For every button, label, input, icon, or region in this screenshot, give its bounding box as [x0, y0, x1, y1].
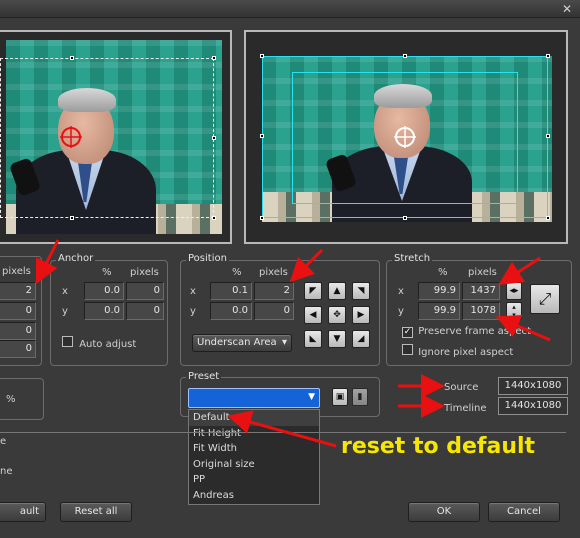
- position-y-label: y: [190, 306, 196, 317]
- name-label-fragment: ne: [0, 466, 13, 477]
- crop-handle-bottom[interactable]: [70, 216, 74, 220]
- preserve-frame-aspect-label: Preserve frame aspect: [418, 326, 531, 337]
- chevron-down-icon: ▼: [308, 392, 315, 402]
- preset-dropdown-list: Default Fit Height Fit Width Original si…: [188, 409, 320, 505]
- crop-handle-corner[interactable]: [212, 216, 216, 220]
- stretch-horizontal-icon[interactable]: ◂▸: [506, 282, 522, 300]
- arrow-left-icon[interactable]: ◀: [304, 306, 322, 324]
- anchor-title: Anchor: [56, 253, 96, 264]
- arrow-down-icon[interactable]: ▼: [328, 330, 346, 348]
- cancel-button[interactable]: Cancel: [488, 502, 560, 522]
- position-title: Position: [186, 253, 229, 264]
- annotation-text: reset to default: [341, 434, 536, 459]
- stretch-x-label: x: [398, 286, 404, 297]
- anchor-x-percent[interactable]: 0.0: [84, 282, 124, 300]
- stretch-y-percent[interactable]: 99.9: [418, 302, 460, 320]
- arrow-up-icon[interactable]: ▲: [328, 282, 346, 300]
- underscan-area-value: Underscan Area: [197, 337, 277, 348]
- save-preset-icon[interactable]: ▣: [332, 388, 348, 406]
- center-move-icon[interactable]: ✥: [328, 306, 346, 324]
- position-crosshair-icon[interactable]: [394, 126, 416, 148]
- preset-option-default[interactable]: Default: [189, 410, 319, 426]
- ignore-pixel-aspect-label: Ignore pixel aspect: [418, 347, 514, 358]
- crop-value-4[interactable]: 0: [0, 340, 36, 358]
- stretch-y-pixels[interactable]: 1078: [462, 302, 500, 320]
- options-label-fragment: e: [0, 436, 7, 447]
- nudge-pad: ◤ ▲ ◥ ◀ ✥ ▶ ◣ ▼ ◢: [304, 282, 370, 348]
- crop-pixels-header: pixels: [2, 266, 31, 277]
- crop-handle-right[interactable]: [212, 136, 216, 140]
- position-x-label: x: [190, 286, 196, 297]
- anchor-y-pixels[interactable]: 0: [126, 302, 164, 320]
- ignore-pixel-aspect-checkbox[interactable]: Ignore pixel aspect: [402, 344, 513, 358]
- anchor-x-pixels[interactable]: 0: [126, 282, 164, 300]
- source-label: Source: [444, 382, 479, 393]
- timeline-label: Timeline: [444, 403, 487, 414]
- crop-handle-corner-top[interactable]: [212, 56, 216, 60]
- crop-value-3[interactable]: 0: [0, 322, 36, 340]
- divider: [0, 432, 566, 433]
- fullscreen-fit-icon[interactable]: ⤢: [530, 284, 560, 314]
- source-resolution: 1440x1080: [498, 377, 568, 395]
- default-button[interactable]: ault: [0, 502, 46, 522]
- position-x-pixels[interactable]: 2: [254, 282, 294, 300]
- source-preview: [0, 30, 232, 244]
- anchor-px-header: pixels: [130, 267, 159, 278]
- ok-button[interactable]: OK: [408, 502, 480, 522]
- position-x-percent[interactable]: 0.1: [210, 282, 252, 300]
- title-bar: ✕: [0, 0, 580, 18]
- close-icon[interactable]: ✕: [562, 2, 572, 16]
- crop-handle-top[interactable]: [70, 56, 74, 60]
- preset-option-pp[interactable]: PP: [189, 472, 319, 488]
- crop-value-1[interactable]: 2: [0, 282, 36, 300]
- anchor-y-percent[interactable]: 0.0: [84, 302, 124, 320]
- stretch-px-header: pixels: [468, 267, 497, 278]
- stretch-x-pixels[interactable]: 1437: [462, 282, 500, 300]
- auto-adjust-label: Auto adjust: [79, 339, 137, 350]
- arrow-down-right-icon[interactable]: ◢: [352, 330, 370, 348]
- anchor-y-label: y: [62, 306, 68, 317]
- preserve-frame-aspect-checkbox[interactable]: ✓ Preserve frame aspect: [402, 326, 531, 338]
- position-y-percent[interactable]: 0.0: [210, 302, 252, 320]
- stretch-x-percent[interactable]: 99.9: [418, 282, 460, 300]
- auto-adjust-check-icon[interactable]: [62, 336, 73, 347]
- preset-dropdown[interactable]: ▼: [188, 388, 320, 408]
- preset-option-original-size[interactable]: Original size: [189, 457, 319, 473]
- crop-value-2[interactable]: 0: [0, 302, 36, 320]
- arrow-up-left-icon[interactable]: ◤: [304, 282, 322, 300]
- position-px-header: pixels: [259, 267, 288, 278]
- source-crop-box[interactable]: [0, 58, 214, 218]
- zoom-percent-label: %: [6, 394, 16, 405]
- anchor-x-label: x: [62, 286, 68, 297]
- auto-adjust-checkbox[interactable]: Auto adjust: [62, 336, 136, 350]
- preset-title: Preset: [186, 371, 222, 382]
- arrow-up-right-icon[interactable]: ◥: [352, 282, 370, 300]
- position-y-pixels[interactable]: 0: [254, 302, 294, 320]
- reset-all-button[interactable]: Reset all: [60, 502, 132, 522]
- anchor-crosshair-icon[interactable]: [60, 126, 82, 148]
- arrow-down-left-icon[interactable]: ◣: [304, 330, 322, 348]
- stretch-pct-header: %: [438, 267, 448, 278]
- arrow-right-icon[interactable]: ▶: [352, 306, 370, 324]
- preset-option-fit-width[interactable]: Fit Width: [189, 441, 319, 457]
- stretch-title: Stretch: [392, 253, 433, 264]
- timeline-preview: [244, 30, 568, 244]
- delete-preset-icon[interactable]: ▮: [352, 388, 368, 406]
- timeline-resolution: 1440x1080: [498, 397, 568, 415]
- stretch-y-label: y: [398, 306, 404, 317]
- chevron-down-icon: ▾: [281, 337, 287, 348]
- preset-option-andreas[interactable]: Andreas: [189, 488, 319, 504]
- preserve-aspect-check-icon[interactable]: ✓: [402, 327, 413, 338]
- anchor-pct-header: %: [102, 267, 112, 278]
- ignore-pixel-check-icon[interactable]: [402, 344, 413, 355]
- position-pct-header: %: [232, 267, 242, 278]
- preset-option-fit-height[interactable]: Fit Height: [189, 426, 319, 442]
- stretch-vertical-icon[interactable]: ▴ ▾: [506, 302, 522, 320]
- underscan-area-select[interactable]: Underscan Area ▾: [192, 334, 292, 352]
